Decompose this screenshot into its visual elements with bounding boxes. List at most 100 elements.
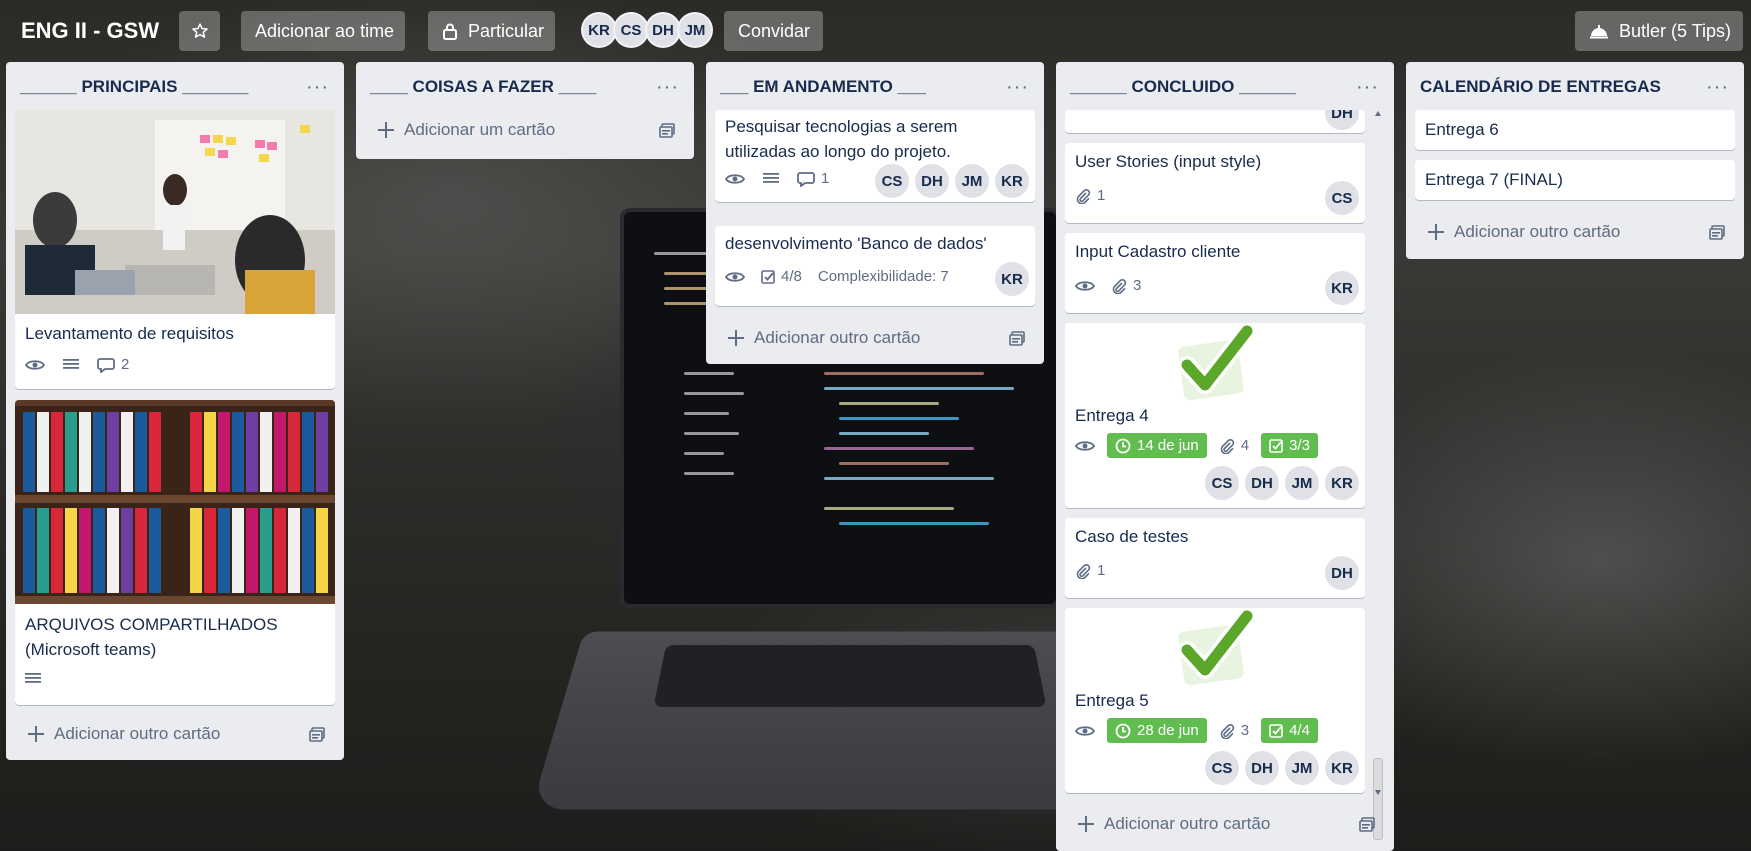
card-arquivos-compartilhados[interactable]: ARQUIVOS COMPARTILHADOS (Microsoft teams… [15,400,335,705]
add-card-button[interactable]: Adicionar outro cartão [728,328,920,348]
comment-icon [797,171,815,187]
list-title[interactable]: ______ CONCLUIDO ______ [1070,77,1296,97]
attachments-badge: 4 [1219,437,1249,454]
member-avatar[interactable]: KR [995,262,1029,296]
card-title: Levantamento de requisitos [25,324,234,343]
checklist-complete-badge: 3/3 [1261,433,1318,458]
attachment-count: 1 [1097,562,1106,579]
add-card-label: Adicionar outro cartão [1454,222,1621,241]
clock-icon [1115,723,1131,738]
member-avatar[interactable]: JM [1285,751,1319,785]
card-user-stories[interactable]: User Stories (input style) 1 CS [1065,143,1365,223]
card-template-icon[interactable] [659,123,675,139]
list-menu-icon[interactable]: ··· [306,77,329,97]
member-avatar[interactable]: JM [955,164,989,198]
add-to-team-button[interactable]: Adicionar ao time [241,11,405,51]
list-menu-icon[interactable]: ··· [1006,77,1029,97]
member-avatar[interactable]: KR [1325,751,1359,785]
list-header: ___ EM ANDAMENTO ___ ··· [714,62,1036,112]
member-avatar[interactable]: CS [613,12,649,48]
card-template-icon[interactable] [1709,225,1725,241]
card-members: DH [1325,556,1359,590]
member-avatar[interactable]: KR [995,164,1029,198]
invite-button[interactable]: Convidar [724,11,823,51]
card-members: CS DH JM KR [875,164,1029,198]
checkmark-sticker-icon [1178,325,1255,401]
checklist-icon [1269,723,1283,738]
card-caso-de-testes[interactable]: Caso de testes 1 DH [1065,518,1365,598]
attachment-icon [1220,723,1234,739]
card-entrega-7[interactable]: Entrega 7 (FINAL) [1415,160,1735,200]
comment-icon [97,357,115,373]
list-title[interactable]: ______ PRINCIPAIS _______ [20,77,248,97]
list-scrollbar[interactable] [1373,110,1383,840]
watch-eye-icon [25,359,45,370]
member-avatar[interactable]: CS [1325,181,1359,215]
visibility-button[interactable]: Particular [428,11,555,51]
star-button[interactable] [179,11,220,51]
add-card-button[interactable]: Adicionar outro cartão [1078,814,1270,834]
due-date-text: 28 de jun [1137,722,1199,739]
member-avatar[interactable]: DH [1325,110,1359,130]
checklist-icon [761,269,775,284]
card-levantamento[interactable]: Levantamento de requisitos 2 [15,110,335,389]
member-avatar[interactable]: DH [645,12,681,48]
attachment-count: 3 [1133,277,1142,294]
list-title[interactable]: ___ EM ANDAMENTO ___ [720,77,926,97]
card-template-icon[interactable] [309,727,325,743]
card-title: ARQUIVOS COMPARTILHADOS (Microsoft teams… [15,612,288,662]
member-avatar[interactable]: JM [677,12,713,48]
attachment-count: 1 [1097,187,1106,204]
card-template-icon[interactable] [1009,331,1025,347]
list-title[interactable]: CALENDÁRIO DE ENTREGAS [1420,77,1661,97]
member-avatar[interactable]: DH [1245,751,1279,785]
list-title[interactable]: ____ COISAS A FAZER ____ [370,77,596,97]
member-avatar[interactable]: KR [581,12,617,48]
member-avatar[interactable]: CS [1205,751,1239,785]
card-badges: 28 de jun 3 4/4 [1065,718,1328,743]
description-icon [63,359,79,369]
card-template-icon[interactable] [1359,817,1375,833]
list-principais: ______ PRINCIPAIS _______ ··· Levantamen… [6,62,344,760]
member-avatar[interactable]: DH [915,164,949,198]
card-entrega-5[interactable]: Entrega 5 28 de jun 3 4/4 CS DH JM KR [1065,608,1365,793]
member-avatar[interactable]: DH [1325,556,1359,590]
add-card-button[interactable]: Adicionar outro cartão [28,724,220,744]
board-title[interactable]: ENG II - GSW [21,18,159,44]
card-members: CS DH JM KR [1205,751,1359,785]
add-card-label: Adicionar outro cartão [1104,814,1271,833]
add-card-button[interactable]: Adicionar um cartão [378,120,555,140]
card-cover-image-binders [15,400,335,604]
member-avatar[interactable]: DH [1245,466,1279,500]
member-avatar[interactable]: KR [1325,271,1359,305]
card-badges: 14 de jun 4 3/3 [1065,433,1328,458]
member-avatar[interactable]: JM [1285,466,1319,500]
checklist-count: 3/3 [1289,437,1310,454]
card-entrega-4[interactable]: Entrega 4 14 de jun 4 3/3 CS DH JM KR [1065,323,1365,508]
attachments-badge: 1 [1075,562,1105,579]
member-avatar[interactable]: KR [1325,466,1359,500]
checklist-badge: 4/8 [761,268,802,285]
checklist-count: 4/4 [1289,722,1310,739]
butler-button[interactable]: Butler (5 Tips) [1575,11,1743,51]
plus-icon [1428,224,1444,240]
due-date-badge[interactable]: 14 de jun [1107,433,1207,458]
add-card-button[interactable]: Adicionar outro cartão [1428,222,1620,242]
card-entrega-6[interactable]: Entrega 6 [1415,110,1735,150]
list-menu-icon[interactable]: ··· [1706,77,1729,97]
card-partial-top[interactable]: DH [1065,110,1365,133]
list-menu-icon[interactable]: ··· [656,77,679,97]
card-banco-de-dados[interactable]: desenvolvimento 'Banco de dados' 4/8 Com… [715,226,1035,306]
watch-eye-icon [1075,725,1095,736]
card-pesquisar-tecnologias[interactable]: Pesquisar tecnologias a serem utilizadas… [715,110,1035,202]
watch-eye-icon [725,271,745,282]
member-avatar[interactable]: CS [875,164,909,198]
list-menu-icon[interactable]: ··· [1356,77,1379,97]
member-avatar[interactable]: CS [1205,466,1239,500]
checkmark-sticker-icon [1178,610,1255,686]
due-date-text: 14 de jun [1137,437,1199,454]
card-badges: 2 [15,356,139,373]
card-input-cadastro[interactable]: Input Cadastro cliente 3 KR [1065,233,1365,313]
due-date-badge[interactable]: 28 de jun [1107,718,1207,743]
description-icon [763,173,779,183]
